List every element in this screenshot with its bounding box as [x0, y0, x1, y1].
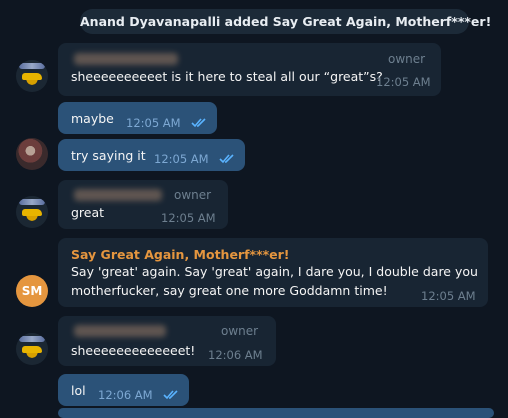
- sm-avatar[interactable]: SM: [16, 275, 48, 307]
- message-text: lol: [71, 383, 86, 398]
- car-avatar[interactable]: [16, 333, 48, 365]
- outgoing-message-bubble[interactable]: try saying it 12:05 AM: [58, 139, 245, 171]
- read-checkmarks-icon: [219, 154, 234, 164]
- message-text: great: [71, 205, 105, 220]
- car-avatar[interactable]: [16, 60, 48, 92]
- owner-badge: owner: [388, 52, 426, 66]
- redacted-sender-name: [74, 325, 166, 337]
- photo-avatar[interactable]: [16, 138, 48, 170]
- message-time: 12:06 AM: [98, 388, 153, 402]
- outgoing-message-bubble[interactable]: maybe 12:05 AM: [58, 102, 217, 134]
- message-time: 12:05 AM: [161, 211, 216, 225]
- message-text-line: motherfucker, say great one more Goddamn…: [71, 283, 388, 298]
- read-checkmarks-icon: [191, 118, 206, 128]
- owner-badge: owner: [174, 188, 212, 202]
- redacted-sender-name: [74, 53, 178, 65]
- message-bubble[interactable]: owner sheeeeeeeeeeeeet! 12:06 AM: [58, 316, 276, 366]
- message-time: 12:05 AM: [126, 116, 181, 130]
- message-text: try saying it: [71, 148, 146, 163]
- message-bubble[interactable]: owner sheeeeeeeeeet is it here to steal …: [58, 43, 441, 96]
- message-text-line: Say 'great' again. Say 'great' again, I …: [71, 264, 478, 279]
- read-checkmarks-icon: [163, 390, 178, 400]
- sender-name: Say Great Again, Motherf***er!: [71, 247, 290, 262]
- message-text: maybe: [71, 111, 114, 126]
- outgoing-message-bubble-partial[interactable]: [58, 408, 494, 418]
- outgoing-message-bubble[interactable]: lol 12:06 AM: [58, 374, 189, 406]
- service-message: Anand Dyavanapalli added Say Great Again…: [80, 9, 491, 34]
- message-bubble[interactable]: Say Great Again, Motherf***er! Say 'grea…: [58, 238, 488, 307]
- message-time: 12:06 AM: [208, 348, 263, 362]
- car-avatar[interactable]: [16, 196, 48, 228]
- message-time: 12:05 AM: [376, 75, 431, 89]
- redacted-sender-name: [74, 189, 162, 201]
- message-text: sheeeeeeeeeeeeet!: [71, 343, 196, 358]
- message-time: 12:05 AM: [154, 152, 209, 166]
- owner-badge: owner: [221, 324, 259, 338]
- message-text: sheeeeeeeeeet is it here to steal all ou…: [71, 69, 383, 84]
- message-bubble[interactable]: owner great 12:05 AM: [58, 180, 228, 229]
- message-time: 12:05 AM: [421, 289, 476, 303]
